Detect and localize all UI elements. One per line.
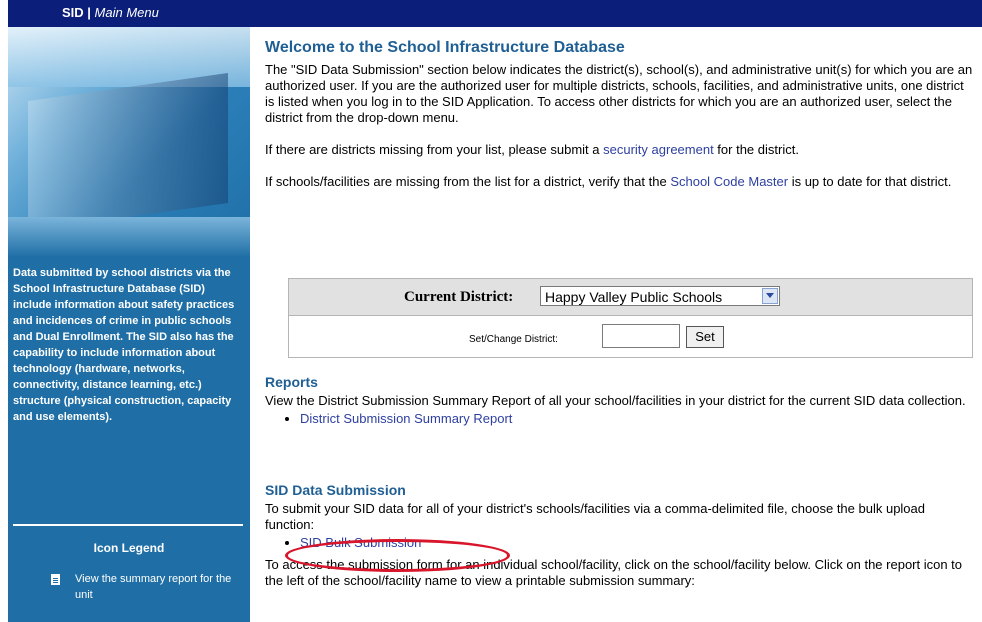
list-item: District Submission Summary Report [300,411,975,427]
top-bar: SID | Main Menu [0,0,982,27]
sidebar-description: Data submitted by school districts via t… [13,267,235,423]
page-title: Welcome to the School Infrastructure Dat… [265,39,625,56]
reports-heading: Reports [265,374,318,390]
reports-section: Reports View the District Submission Sum… [265,374,975,427]
icon-legend-title: Icon Legend [93,541,165,555]
reports-text: View the District Submission Summary Rep… [265,393,966,408]
district-selector-panel: Current District: Happy Valley Public Sc… [288,278,973,358]
set-change-district-label: Set/Change District: [469,334,558,345]
district-dropdown[interactable]: Happy Valley Public Schools [540,286,780,306]
submission-text: To submit your SID data for all of your … [265,501,925,532]
title-separator: | [83,5,95,20]
missing-districts-text-end: for the district. [713,142,799,157]
district-summary-report-link[interactable]: District Submission Summary Report [300,411,512,426]
missing-schools-paragraph: If schools/facilities are missing from t… [265,174,975,190]
report-icon [51,574,60,585]
app-title: SID | Main Menu [62,5,159,20]
missing-schools-text-end: is up to date for that district. [788,174,952,189]
photo-hall [28,72,228,232]
security-agreement-link[interactable]: security agreement [603,142,714,157]
set-button[interactable]: Set [686,326,724,348]
current-district-row: Current District: Happy Valley Public Sc… [289,279,972,316]
chevron-down-icon[interactable] [762,288,778,304]
current-district-label: Current District: [404,289,514,305]
intro-paragraph: The "SID Data Submission" section below … [265,62,973,125]
district-dropdown-value: Happy Valley Public Schools [545,289,723,305]
missing-districts-text: If there are districts missing from your… [265,142,604,157]
reports-list: District Submission Summary Report [265,411,975,427]
top-bar-gap [0,0,8,27]
sidebar-divider [13,524,243,526]
missing-districts-paragraph: If there are districts missing from your… [265,142,975,158]
app-name: SID [62,5,84,20]
legend-item-text: View the summary report for the unit [75,573,232,601]
set-district-input[interactable] [602,324,680,348]
photo-floor [8,217,250,257]
sidebar: Data submitted by school districts via t… [8,27,250,622]
welcome-section: Welcome to the School Infrastructure Dat… [265,40,975,190]
school-code-master-link[interactable]: School Code Master [670,174,788,189]
submission-heading: SID Data Submission [265,482,406,498]
submission-section: SID Data Submission To submit your SID d… [265,482,975,589]
hallway-photo [8,27,250,257]
missing-schools-text: If schools/facilities are missing from t… [265,174,671,189]
menu-name: Main Menu [94,5,159,20]
highlight-oval [285,539,510,572]
